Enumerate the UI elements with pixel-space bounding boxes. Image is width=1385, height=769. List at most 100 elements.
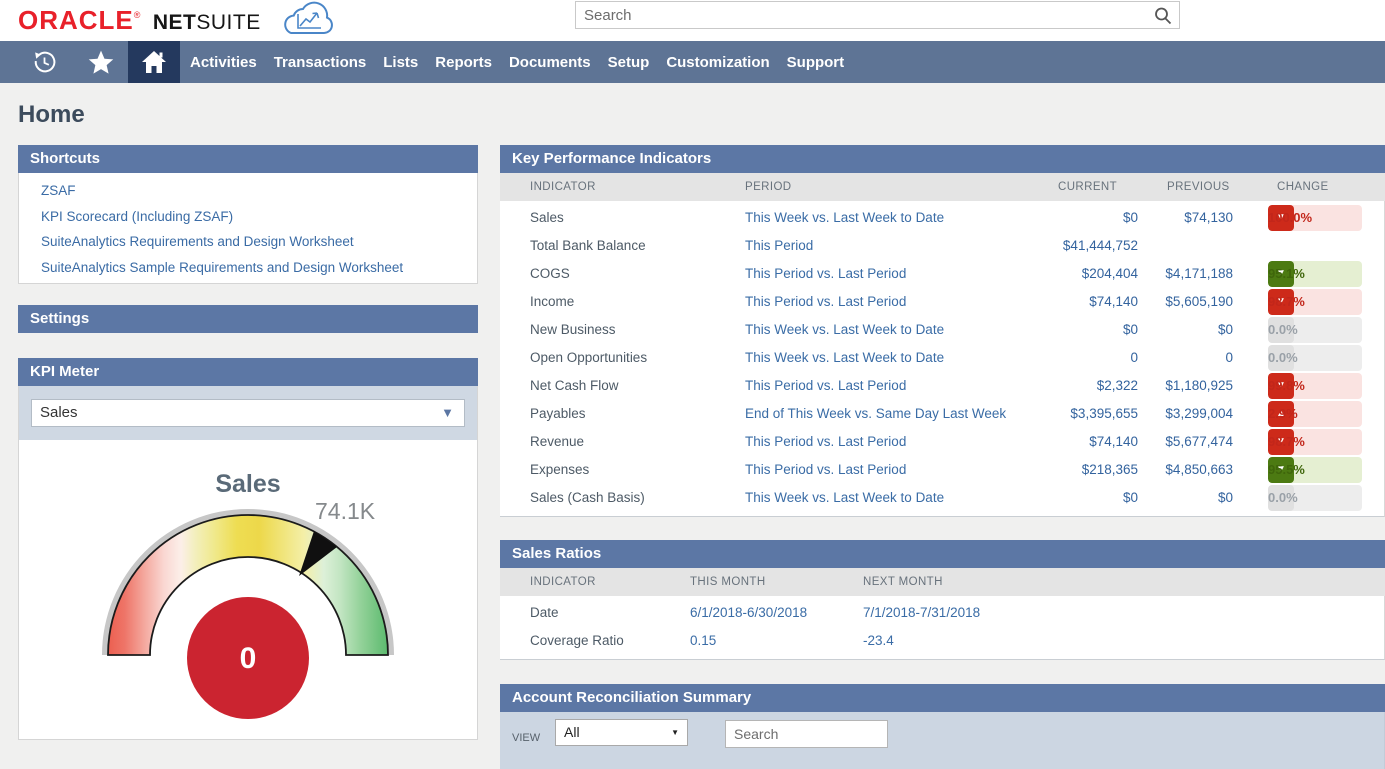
nav-menu-item[interactable]: Reports	[427, 54, 500, 71]
col-change: CHANGE	[1277, 173, 1329, 201]
kpi-period-link[interactable]: This Week vs. Last Week to Date	[745, 344, 944, 372]
kpi-indicator: COGS	[530, 260, 570, 288]
sales-ratio-row: Coverage Ratio 0.15 -23.4	[500, 627, 1384, 655]
nav-menu-item[interactable]: Customization	[658, 54, 777, 71]
change-badge[interactable]: ▼ 95.1%	[1268, 261, 1362, 287]
change-badge[interactable]: 0.0%	[1268, 345, 1362, 371]
home-tab[interactable]	[128, 41, 180, 83]
kpi-row: Sales (Cash Basis) This Week vs. Last We…	[500, 484, 1384, 512]
kpi-previous-value: $0	[1033, 316, 1233, 344]
kpi-meter-select[interactable]: Sales ▼	[31, 399, 465, 427]
col-next-month: NEXT MONTH	[863, 568, 943, 596]
shortcut-link[interactable]: ZSAF	[41, 178, 477, 204]
change-badge[interactable]: 0.0%	[1268, 485, 1362, 511]
kpi-meter-portlet: KPI Meter Sales ▼ Sales 74.1K	[18, 358, 478, 740]
change-badge[interactable]: ▲ 2.9%	[1268, 401, 1362, 427]
main-navbar: Activities Transactions Lists Reports Do…	[0, 41, 1385, 83]
change-percent: 98.7%	[1268, 429, 1313, 455]
change-badge[interactable]: 0.0%	[1268, 317, 1362, 343]
col-period: PERIOD	[745, 173, 792, 201]
gauge-chart: 0	[19, 440, 477, 739]
kpi-period-link[interactable]: This Week vs. Last Week to Date	[745, 484, 944, 512]
kpi-column-header: INDICATOR PERIOD CURRENT PREVIOUS CHANGE	[500, 173, 1385, 201]
nav-menu-item[interactable]: Activities	[182, 54, 265, 71]
nav-menu-item[interactable]: Documents	[501, 54, 599, 71]
kpi-period-link[interactable]: This Week vs. Last Week to Date	[745, 316, 944, 344]
kpi-indicator: Payables	[530, 400, 586, 428]
search-icon[interactable]	[1152, 5, 1174, 32]
col-current: CURRENT	[1058, 173, 1117, 201]
col-this-month: THIS MONTH	[690, 568, 766, 596]
settings-portlet-header[interactable]: Settings	[18, 305, 478, 333]
page-title: Home	[18, 101, 85, 129]
kpi-row: Expenses This Period vs. Last Period $21…	[500, 456, 1384, 484]
change-badge[interactable]: ▼ 100.0%	[1268, 205, 1362, 231]
oracle-wordmark: ORACLE	[18, 5, 134, 35]
change-percent: 95.5%	[1268, 457, 1313, 483]
kpi-meter-portlet-header[interactable]: KPI Meter	[18, 358, 478, 386]
kpi-period-link[interactable]: This Period	[745, 232, 813, 260]
change-badge[interactable]: ▼ 98.7%	[1268, 429, 1362, 455]
chevron-down-icon: ▼	[441, 400, 454, 426]
kpi-period-link[interactable]: This Period vs. Last Period	[745, 372, 906, 400]
kpi-previous-value: $74,130	[1033, 204, 1233, 232]
kpi-portlet: Key Performance Indicators INDICATOR PER…	[500, 145, 1385, 517]
recent-records-icon[interactable]	[16, 41, 72, 83]
nav-menu-item[interactable]: Transactions	[266, 54, 375, 71]
shortcut-link[interactable]: SuiteAnalytics Sample Requirements and D…	[41, 255, 477, 281]
change-badge[interactable]: ▼ 95.5%	[1268, 457, 1362, 483]
cloud-chart-icon[interactable]	[276, 0, 340, 43]
kpi-indicator: Income	[530, 288, 574, 316]
settings-portlet: Settings	[18, 305, 478, 333]
change-badge[interactable]: ▼ 98.7%	[1268, 289, 1362, 315]
sales-ratios-column-header: INDICATOR THIS MONTH NEXT MONTH	[500, 568, 1385, 596]
nav-menu-item[interactable]: Lists	[375, 54, 426, 71]
kpi-indicator: Sales (Cash Basis)	[530, 484, 645, 512]
netsuite-wordmark-light: SUITE	[196, 11, 260, 34]
ratio-this-month: 6/1/2018-6/30/2018	[690, 599, 807, 627]
sales-ratios-header[interactable]: Sales Ratios	[500, 540, 1385, 568]
view-select-value: All	[564, 724, 580, 740]
shortcuts-list: ZSAF KPI Scorecard (Including ZSAF) Suit…	[18, 173, 478, 284]
kpi-period-link[interactable]: This Period vs. Last Period	[745, 260, 906, 288]
global-search	[575, 1, 1180, 29]
ratio-next-month: -23.4	[863, 627, 894, 655]
netsuite-logo: ORACLE® NETSUITE	[18, 5, 261, 36]
shortcut-link[interactable]: SuiteAnalytics Requirements and Design W…	[41, 229, 477, 255]
kpi-previous-value: $3,299,004	[1033, 400, 1233, 428]
kpi-period-link[interactable]: This Period vs. Last Period	[745, 428, 906, 456]
kpi-period-link[interactable]: This Period vs. Last Period	[745, 456, 906, 484]
nav-menu-item[interactable]: Support	[779, 54, 853, 71]
kpi-row: Sales This Week vs. Last Week to Date $0…	[500, 204, 1384, 232]
sales-ratio-row: Date 6/1/2018-6/30/2018 7/1/2018-7/31/20…	[500, 599, 1384, 627]
kpi-row: Total Bank Balance This Period $41,444,7…	[500, 232, 1384, 260]
change-percent: 95.1%	[1268, 261, 1313, 287]
kpi-previous-value: $4,850,663	[1033, 456, 1233, 484]
change-badge[interactable]: ▼ 99.8%	[1268, 373, 1362, 399]
reconciliation-search-input[interactable]	[726, 721, 887, 747]
global-search-input[interactable]	[576, 2, 1179, 28]
shortcuts-portlet-header[interactable]: Shortcuts	[18, 145, 478, 173]
kpi-row: New Business This Week vs. Last Week to …	[500, 316, 1384, 344]
kpi-row: Payables End of This Week vs. Same Day L…	[500, 400, 1384, 428]
nav-menu-item[interactable]: Setup	[600, 54, 658, 71]
kpi-period-link[interactable]: This Period vs. Last Period	[745, 288, 906, 316]
kpi-meter-gauge-area: Sales 74.1K	[19, 440, 477, 739]
sales-ratios-rows: Date 6/1/2018-6/30/2018 7/1/2018-7/31/20…	[500, 596, 1385, 660]
kpi-current-value: $41,444,752	[938, 232, 1138, 260]
registered-mark: ®	[134, 10, 141, 20]
account-reconciliation-header[interactable]: Account Reconciliation Summary	[500, 684, 1385, 712]
shortcuts-star-icon[interactable]	[78, 41, 124, 83]
kpi-previous-value: 0	[1033, 344, 1233, 372]
shortcut-link[interactable]: KPI Scorecard (Including ZSAF)	[41, 204, 477, 230]
change-percent: 98.7%	[1268, 289, 1313, 315]
kpi-indicator: Revenue	[530, 428, 584, 456]
netsuite-wordmark-bold: NET	[153, 11, 197, 34]
view-select[interactable]: All ▼	[555, 719, 688, 746]
kpi-previous-value: $1,180,925	[1033, 372, 1233, 400]
reconciliation-search	[725, 720, 888, 748]
kpi-row: COGS This Period vs. Last Period $204,40…	[500, 260, 1384, 288]
kpi-portlet-header[interactable]: Key Performance Indicators	[500, 145, 1385, 173]
kpi-period-link[interactable]: This Week vs. Last Week to Date	[745, 204, 944, 232]
ratio-next-month: 7/1/2018-7/31/2018	[863, 599, 980, 627]
